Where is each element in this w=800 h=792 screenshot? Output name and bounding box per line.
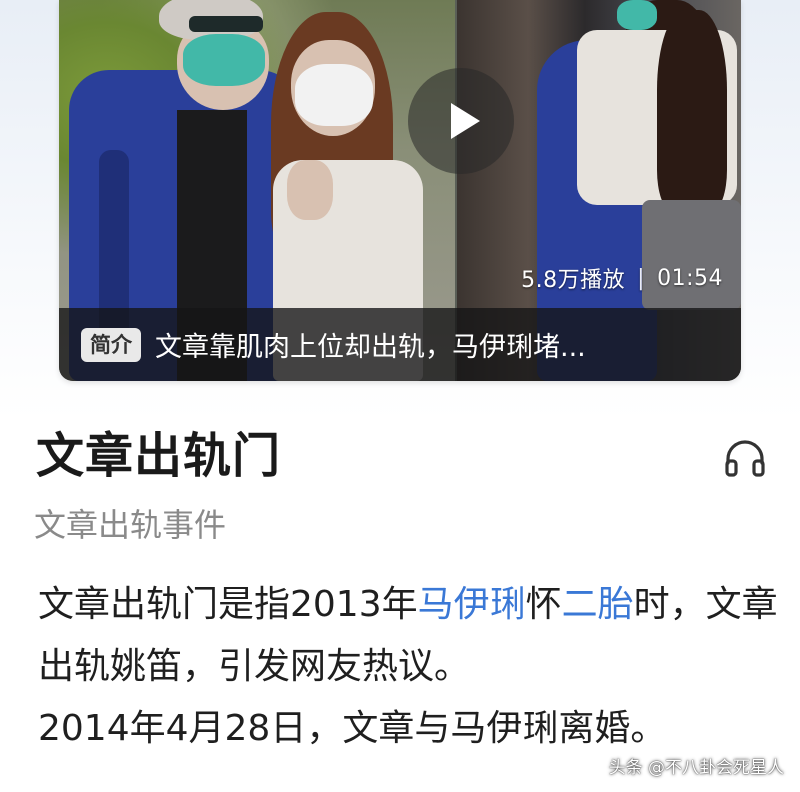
figure-woman-hand bbox=[287, 160, 333, 220]
page-subtitle: 文章出轨事件 bbox=[34, 506, 227, 544]
figure-back-mask bbox=[617, 0, 657, 30]
page-title: 文章出轨门 bbox=[36, 428, 282, 484]
video-duration: 01:54 bbox=[657, 265, 723, 291]
play-count: 5.8万播放 bbox=[521, 268, 626, 293]
intro-badge: 简介 bbox=[81, 327, 141, 362]
figure-woman-mask bbox=[295, 64, 373, 126]
video-card[interactable]: 5.8万播放 | 01:54 简介 文章靠肌肉上位却出轨，马伊琍堵... bbox=[59, 0, 741, 381]
intro-text: 文章靠肌肉上位却出轨，马伊琍堵... bbox=[155, 332, 586, 363]
figure-man-mask bbox=[183, 34, 265, 86]
play-icon bbox=[451, 103, 480, 139]
page: 5.8万播放 | 01:54 简介 文章靠肌肉上位却出轨，马伊琍堵... 文章出… bbox=[0, 0, 800, 792]
summary-text-2: 怀 bbox=[525, 584, 562, 625]
watermark: 头条 @不八卦会死星人 bbox=[608, 758, 784, 778]
meta-separator: | bbox=[637, 265, 646, 291]
summary-text-1: 文章出轨门是指2013年 bbox=[38, 584, 418, 625]
figure-back-long-hair bbox=[657, 10, 727, 210]
video-meta: 5.8万播放 | 01:54 bbox=[521, 262, 723, 294]
figure-man-glasses bbox=[189, 16, 263, 32]
headphones-icon bbox=[725, 440, 765, 477]
link-second-child[interactable]: 二胎 bbox=[562, 584, 634, 625]
link-ma-yili[interactable]: 马伊琍 bbox=[418, 584, 526, 625]
summary-text-4: 2014年4月28日，文章与马伊琍离婚。 bbox=[38, 708, 667, 749]
listen-button[interactable] bbox=[720, 432, 770, 482]
play-button[interactable] bbox=[408, 68, 514, 174]
entry-summary: 文章出轨门是指2013年马伊琍怀二胎时，文章出轨姚笛，引发网友热议。 2014年4… bbox=[38, 574, 778, 760]
intro-bar[interactable]: 简介 文章靠肌肉上位却出轨，马伊琍堵... bbox=[59, 308, 741, 381]
